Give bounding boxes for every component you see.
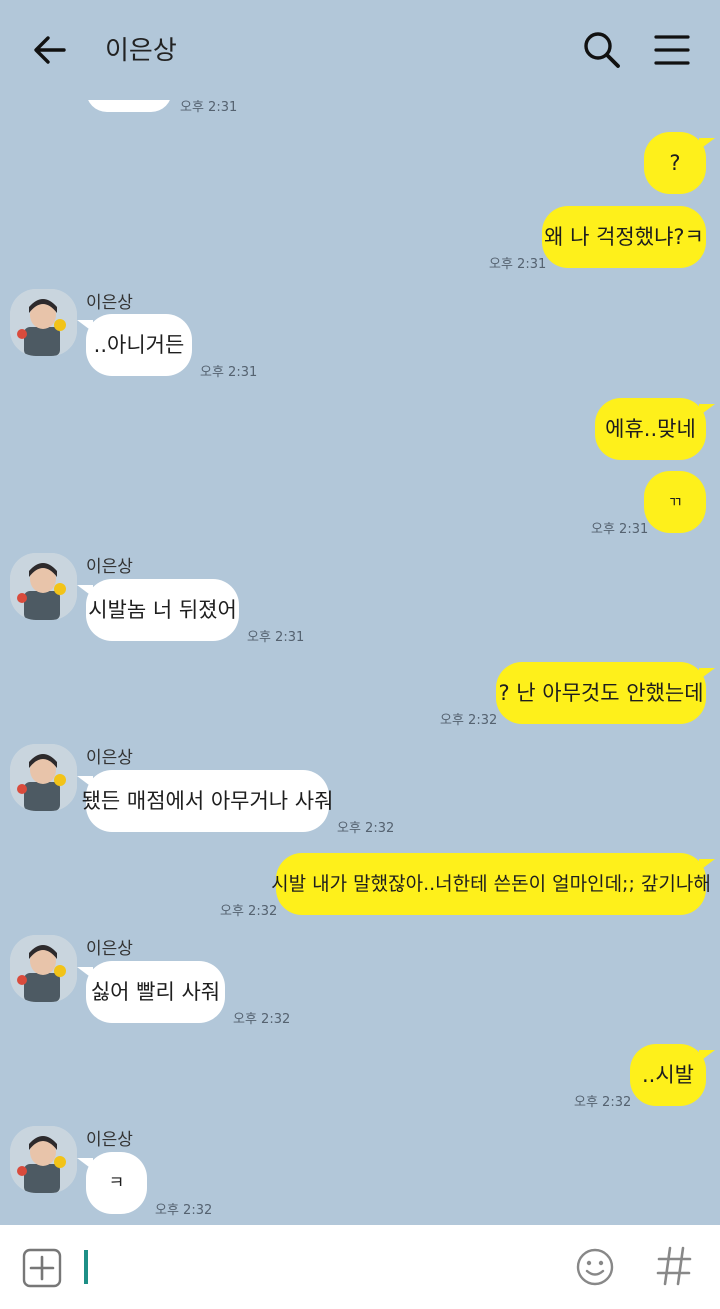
message-text: 에휴..맞네 — [605, 416, 696, 441]
outgoing-bubble[interactable]: ㄲ — [644, 471, 706, 533]
search-button[interactable] — [580, 28, 624, 72]
hashtag-search-button[interactable] — [654, 1244, 694, 1288]
sender-name: 이은상 — [86, 557, 133, 577]
timestamp: 오후 2:32 — [155, 1203, 213, 1218]
sender-name: 이은상 — [86, 1130, 133, 1150]
timestamp: 오후 2:31 — [489, 257, 547, 272]
chat-header: 이은상 — [0, 0, 720, 100]
timestamp: 오후 2:32 — [337, 821, 395, 836]
message-text: 시발놈 너 뒤졌어 — [88, 597, 237, 622]
hamburger-menu-icon — [654, 35, 690, 65]
outgoing-bubble[interactable]: 에휴..맞네 — [595, 398, 715, 460]
incoming-bubble[interactable]: 시발놈 너 뒤졌어 — [77, 579, 239, 641]
avatar[interactable] — [10, 1126, 77, 1193]
message-text: ..아니거든 — [93, 332, 185, 357]
message-text: 싫어 빨리 사줘 — [90, 979, 221, 1004]
timestamp: 오후 2:32 — [220, 904, 278, 919]
outgoing-bubble[interactable]: ? — [644, 132, 715, 194]
sender-name: 이은상 — [86, 939, 133, 959]
message-input-field[interactable] — [84, 1250, 88, 1284]
avatar[interactable] — [10, 553, 77, 620]
incoming-bubble[interactable]: ..아니거든 — [77, 314, 192, 376]
message-text: 됐든 매점에서 아무거나 사줘 — [81, 788, 334, 813]
avatar[interactable] — [10, 935, 77, 1002]
attach-button[interactable] — [22, 1248, 62, 1288]
avatar[interactable] — [10, 744, 77, 811]
back-button[interactable] — [28, 28, 72, 72]
timestamp: 오후 2:31 — [591, 522, 649, 537]
message-text: ㅋ — [108, 1172, 125, 1193]
plus-box-icon — [22, 1248, 62, 1288]
sender-name: 이은상 — [86, 748, 133, 768]
sender-name: 이은상 — [86, 293, 133, 313]
outgoing-bubble[interactable]: 시발 내가 말했잖아..너한테 쓴돈이 얼마인데;; 갚기나해 — [271, 853, 715, 915]
timestamp: 오후 2:32 — [574, 1095, 632, 1110]
timestamp: 오후 2:32 — [440, 713, 498, 728]
chat-title: 이은상 — [105, 36, 177, 66]
message-text: ? — [669, 150, 681, 175]
message-text: ..시발 — [642, 1062, 694, 1087]
message-text: 시발 내가 말했잖아..너한테 쓴돈이 얼마인데;; 갚기나해 — [271, 872, 711, 895]
outgoing-bubble[interactable]: ..시발 — [630, 1044, 715, 1106]
incoming-bubble[interactable]: 됐든 매점에서 아무거나 사줘 — [77, 770, 333, 832]
timestamp: 오후 2:31 — [200, 365, 258, 380]
arrow-left-icon — [34, 36, 66, 64]
timestamp: 오후 2:32 — [233, 1012, 291, 1027]
emoji-button[interactable] — [574, 1246, 616, 1288]
incoming-bubble[interactable]: ㅋ — [77, 1152, 147, 1214]
avatar[interactable] — [10, 289, 77, 356]
search-icon — [584, 32, 620, 68]
timestamp: 오후 2:31 — [247, 630, 305, 645]
chat-message-list[interactable]: 오후 2:31 ? 왜 나 걱정했냐?ㅋ 오후 2:31 이은상 ..아니거든 … — [0, 0, 720, 1225]
outgoing-bubble[interactable]: ? 난 아무것도 안했는데 — [496, 662, 715, 724]
menu-button[interactable] — [650, 28, 694, 72]
incoming-bubble[interactable]: 싫어 빨리 사줘 — [77, 961, 225, 1023]
hashtag-icon — [656, 1246, 692, 1286]
message-text: 왜 나 걱정했냐?ㅋ — [544, 224, 704, 249]
message-text: ? 난 아무것도 안했는데 — [498, 680, 704, 705]
message-text: ㄲ — [668, 492, 682, 511]
outgoing-bubble[interactable]: 왜 나 걱정했냐?ㅋ — [542, 206, 706, 268]
smiley-icon — [576, 1248, 614, 1286]
